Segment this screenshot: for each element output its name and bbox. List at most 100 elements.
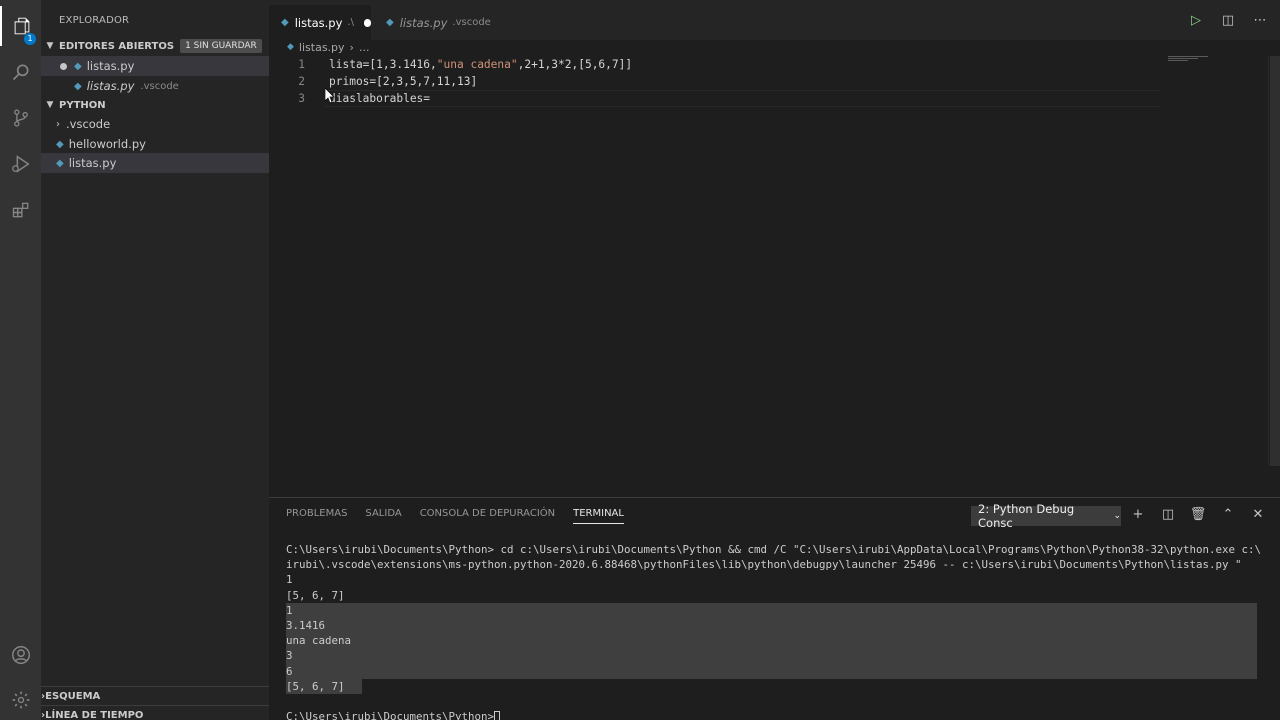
tab-path: .vscode bbox=[452, 17, 491, 28]
chevron-down-icon: ▼ bbox=[46, 41, 54, 51]
run-debug-icon[interactable] bbox=[0, 144, 41, 184]
terminal-line: 1 bbox=[286, 573, 293, 587]
tab-output[interactable]: SALIDA bbox=[365, 508, 401, 524]
code-text: lista=[1,3.1416,"una cadena",2+1,3*2,[5,… bbox=[329, 58, 633, 71]
current-line-highlight bbox=[325, 90, 1160, 107]
minimap[interactable] bbox=[1168, 56, 1208, 61]
chevron-right-icon: › bbox=[56, 118, 60, 130]
explorer-icon[interactable]: 1 bbox=[0, 6, 41, 46]
file-item-label: listas.py bbox=[68, 156, 117, 170]
file-item-label: helloworld.py bbox=[68, 137, 146, 151]
source-control-icon[interactable] bbox=[0, 98, 41, 138]
breadcrumb-separator-icon: › bbox=[349, 40, 354, 54]
outline-label: ESQUEMA bbox=[45, 690, 101, 702]
open-editor-name: listas.py bbox=[86, 79, 135, 93]
folder-item-vscode[interactable]: › .vscode bbox=[41, 114, 269, 134]
code-text: diaslaborables= bbox=[329, 92, 431, 105]
editor-toolbar: ▷ ◫ ⋯ bbox=[1188, 12, 1268, 28]
python-file-icon: ◆ bbox=[74, 60, 82, 72]
terminal-line: [5, 6, 7] bbox=[286, 679, 345, 693]
line-number: 2 bbox=[298, 75, 305, 88]
mouse-cursor-icon bbox=[325, 88, 335, 104]
panel-tabs: PROBLEMAS SALIDA CONSOLA DE DEPURACIÓN T… bbox=[286, 508, 624, 524]
chevron-down-icon: ⌄ bbox=[1113, 511, 1121, 521]
line-number: 3 bbox=[298, 92, 305, 105]
split-editor-icon[interactable]: ◫ bbox=[1220, 12, 1236, 28]
python-file-icon: ◆ bbox=[74, 80, 82, 92]
tab-problems[interactable]: PROBLEMAS bbox=[286, 508, 347, 524]
tab-terminal[interactable]: TERMINAL bbox=[573, 508, 624, 524]
terminal-line: 1 bbox=[286, 603, 293, 617]
maximize-panel-icon[interactable]: ⌃ bbox=[1220, 506, 1236, 522]
line-number: 1 bbox=[298, 58, 305, 71]
tab-debug-console[interactable]: CONSOLA DE DEPURACIÓN bbox=[420, 508, 555, 524]
terminal-line: 3.1416 bbox=[286, 618, 326, 632]
file-item-helloworld[interactable]: ◆ helloworld.py bbox=[41, 134, 269, 154]
open-editors-section[interactable]: ▼ EDITORES ABIERTOS 1 SIN GUARDAR bbox=[41, 36, 269, 56]
tab-listas-root[interactable]: ◆ listas.py .\ bbox=[269, 5, 371, 40]
settings-gear-icon[interactable] bbox=[0, 680, 41, 720]
close-panel-icon[interactable]: ✕ bbox=[1250, 506, 1266, 522]
open-editor-name: listas.py bbox=[86, 59, 135, 73]
open-editor-path: .vscode bbox=[140, 80, 179, 92]
breadcrumb-file[interactable]: listas.py bbox=[299, 41, 345, 54]
chevron-down-icon: ▼ bbox=[46, 100, 54, 110]
code-line[interactable]: 2 primos=[2,3,5,7,11,13] bbox=[269, 73, 477, 90]
terminal-prompt-line: C:\Users\irubi\Documents\Python> bbox=[286, 709, 1261, 720]
timeline-label: LÍNEA DE TIEMPO bbox=[45, 709, 144, 720]
terminal-line: C:\Users\irubi\Documents\Python> cd c:\U… bbox=[286, 543, 1261, 556]
terminal-output[interactable]: C:\Users\irubi\Documents\Python> cd c:\U… bbox=[286, 542, 1261, 720]
timeline-section[interactable]: › LÍNEA DE TIEMPO bbox=[41, 705, 269, 720]
bottom-panel: PROBLEMAS SALIDA CONSOLA DE DEPURACIÓN T… bbox=[269, 497, 1280, 720]
terminal-line: irubi\.vscode\extensions\ms-python.pytho… bbox=[286, 558, 1242, 572]
python-file-icon: ◆ bbox=[386, 17, 394, 28]
sidebar-title: EXPLORADOR bbox=[59, 15, 130, 26]
code-text: primos=[2,3,5,7,11,13] bbox=[329, 75, 478, 88]
code-line[interactable]: 3 diaslaborables= bbox=[269, 90, 430, 107]
account-icon[interactable] bbox=[0, 635, 41, 675]
folder-label: PYTHON bbox=[59, 99, 106, 111]
tab-path: .\ bbox=[347, 17, 354, 28]
terminal-line: [5, 6, 7] bbox=[286, 588, 345, 602]
python-file-icon: ◆ bbox=[281, 17, 289, 28]
panel-toolbar: + ◫ 🗑 ⌃ ✕ bbox=[1130, 506, 1266, 522]
python-file-icon: ◆ bbox=[56, 157, 64, 169]
open-editor-item[interactable]: ◆ listas.py .vscode bbox=[41, 76, 269, 96]
scrollbar-thumb[interactable] bbox=[1270, 56, 1280, 466]
terminal-cursor bbox=[494, 711, 501, 720]
run-icon[interactable]: ▷ bbox=[1188, 12, 1204, 28]
open-editor-item[interactable]: ◆ listas.py bbox=[41, 56, 269, 76]
code-line[interactable]: 1 lista=[1,3.1416,"una cadena",2+1,3*2,[… bbox=[269, 56, 632, 73]
breadcrumb-more[interactable]: ... bbox=[359, 41, 370, 54]
tab-label: listas.py bbox=[399, 15, 448, 30]
file-item-listas[interactable]: ◆ listas.py bbox=[41, 153, 269, 173]
editor-scrollbar[interactable] bbox=[1268, 56, 1280, 466]
code-editor[interactable]: 1 lista=[1,3.1416,"una cadena",2+1,3*2,[… bbox=[269, 56, 1280, 496]
terminal-line: 6 bbox=[286, 664, 293, 678]
breadcrumb: ◆ listas.py › ... bbox=[287, 40, 369, 54]
trash-icon[interactable]: 🗑 bbox=[1190, 506, 1207, 522]
outline-section[interactable]: › ESQUEMA bbox=[41, 686, 269, 706]
terminal-select[interactable]: 2: Python Debug Consc ⌄ bbox=[971, 502, 1121, 530]
terminal-select-value: 2: Python Debug Consc bbox=[978, 502, 1075, 530]
open-editors-label: EDITORES ABIERTOS bbox=[59, 40, 175, 52]
unsaved-dot-icon[interactable] bbox=[60, 62, 67, 70]
terminal-line: una cadena bbox=[286, 634, 352, 648]
search-icon[interactable] bbox=[0, 52, 41, 92]
unsaved-dot-icon[interactable] bbox=[363, 18, 371, 27]
explorer-sidebar: EXPLORADOR ▼ EDITORES ABIERTOS 1 SIN GUA… bbox=[41, 0, 269, 720]
tab-listas-vscode[interactable]: ◆ listas.py .vscode bbox=[374, 5, 508, 40]
split-terminal-icon[interactable]: ◫ bbox=[1160, 506, 1176, 522]
activity-bar: 1 bbox=[0, 0, 41, 720]
python-file-icon: ◆ bbox=[56, 138, 64, 150]
explorer-badge: 1 bbox=[24, 33, 36, 45]
folder-section[interactable]: ▼ PYTHON bbox=[41, 95, 269, 115]
unsaved-badge: 1 SIN GUARDAR bbox=[180, 39, 262, 53]
folder-item-label: .vscode bbox=[66, 117, 111, 131]
terminal-line: 3 bbox=[286, 649, 293, 663]
new-terminal-icon[interactable]: + bbox=[1130, 506, 1146, 522]
extensions-icon[interactable] bbox=[0, 190, 41, 230]
more-actions-icon[interactable]: ⋯ bbox=[1252, 12, 1268, 28]
python-file-icon: ◆ bbox=[287, 42, 294, 52]
